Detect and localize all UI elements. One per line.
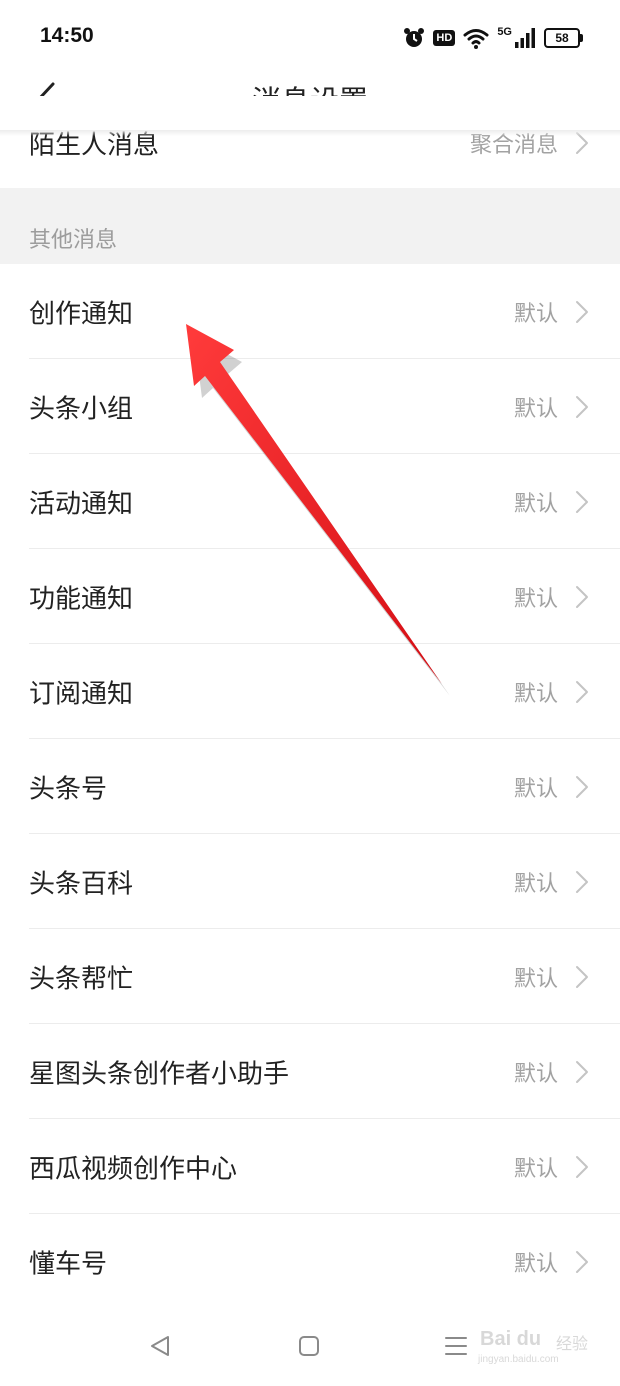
- list-item-stranger-messages[interactable]: 陌生人消息 聚合消息: [0, 96, 620, 191]
- list-item-value: 默认: [513, 1156, 558, 1182]
- chevron-right-icon: [576, 1250, 588, 1273]
- network-type-label: 5G: [497, 26, 512, 38]
- status-bar: 14:50 HD 5G 58: [0, 0, 620, 72]
- chevron-right-icon: [576, 1060, 588, 1083]
- watermark: Bai du 经验 jingyan.baidu.com: [476, 1326, 588, 1370]
- list-item-feature-notice[interactable]: 功能通知 默认: [0, 549, 620, 644]
- list-item-value: 默认: [513, 586, 558, 612]
- list-item-toutiao-group[interactable]: 头条小组 默认: [0, 359, 620, 454]
- list-item-label: 订阅通知: [29, 679, 134, 709]
- list-item-value: 默认: [513, 396, 558, 422]
- wifi-icon: [463, 29, 489, 49]
- list-item-xigua-creator-center[interactable]: 西瓜视频创作中心 默认: [0, 1119, 620, 1214]
- list-item-label: 头条百科: [29, 869, 134, 899]
- chevron-right-icon: [576, 490, 588, 513]
- system-home-button[interactable]: [293, 1330, 325, 1362]
- back-triangle-icon: [151, 1336, 169, 1356]
- watermark-brand: Bai du: [480, 1328, 542, 1350]
- home-square-icon: [299, 1336, 319, 1356]
- list-item-label: 头条号: [29, 774, 108, 804]
- chevron-right-icon: [576, 395, 588, 418]
- list-item-value: 默认: [513, 966, 558, 992]
- list-item-dongche-account[interactable]: 懂车号 默认: [0, 1214, 620, 1309]
- list-item-value: 默认: [513, 491, 558, 517]
- menu-lines-icon: [445, 1337, 467, 1355]
- battery-level: 58: [555, 31, 569, 45]
- list-item-value: 默认: [513, 681, 558, 707]
- section-header-other-messages: 其他消息: [0, 188, 620, 264]
- alarm-icon: [404, 28, 425, 47]
- list-item-creation-notice[interactable]: 创作通知 默认: [0, 264, 620, 359]
- chevron-right-icon: [576, 680, 588, 703]
- list-item-label: 头条小组: [29, 394, 134, 424]
- system-menu-button[interactable]: [440, 1330, 472, 1362]
- battery-icon: 58: [544, 28, 583, 48]
- chevron-right-icon: [576, 1155, 588, 1178]
- list-item-value: 默认: [513, 871, 558, 897]
- list-item-label: 创作通知: [29, 299, 134, 329]
- list-item-label: 星图头条创作者小助手: [29, 1059, 290, 1089]
- list-item-label: 懂车号: [29, 1249, 108, 1279]
- list-item-toutiao-account[interactable]: 头条号 默认: [0, 739, 620, 834]
- section-title: 其他消息: [29, 228, 118, 253]
- list-item-value: 默认: [513, 776, 558, 802]
- list-item-label: 功能通知: [29, 584, 134, 614]
- header-shadow: [0, 130, 620, 136]
- list-item-label: 头条帮忙: [29, 964, 134, 994]
- list-item-subscription-notice[interactable]: 订阅通知 默认: [0, 644, 620, 739]
- list-item-value: 默认: [513, 1251, 558, 1277]
- list-item-toutiao-baike[interactable]: 头条百科 默认: [0, 834, 620, 929]
- system-back-button[interactable]: [144, 1330, 176, 1362]
- watermark-suffix: 经验: [556, 1334, 589, 1353]
- chevron-right-icon: [576, 775, 588, 798]
- list-item-activity-notice[interactable]: 活动通知 默认: [0, 454, 620, 549]
- list-item-value: 默认: [513, 1061, 558, 1087]
- list-item-label: 活动通知: [29, 489, 134, 519]
- list-item-label: 西瓜视频创作中心: [29, 1154, 238, 1184]
- watermark-url: jingyan.baidu.com: [478, 1354, 559, 1365]
- list-item-value: 默认: [513, 301, 558, 327]
- hd-icon: HD: [433, 30, 456, 46]
- chevron-right-icon: [576, 585, 588, 608]
- chevron-right-icon: [576, 300, 588, 323]
- status-time: 14:50: [40, 24, 94, 47]
- signal-icon: [515, 28, 535, 48]
- chevron-right-icon: [576, 965, 588, 988]
- list-item-xingtu-assistant[interactable]: 星图头条创作者小助手 默认: [0, 1024, 620, 1119]
- chevron-right-icon: [576, 870, 588, 893]
- list-item-toutiao-help[interactable]: 头条帮忙 默认: [0, 929, 620, 1024]
- status-icons: HD 5G 58: [403, 22, 583, 54]
